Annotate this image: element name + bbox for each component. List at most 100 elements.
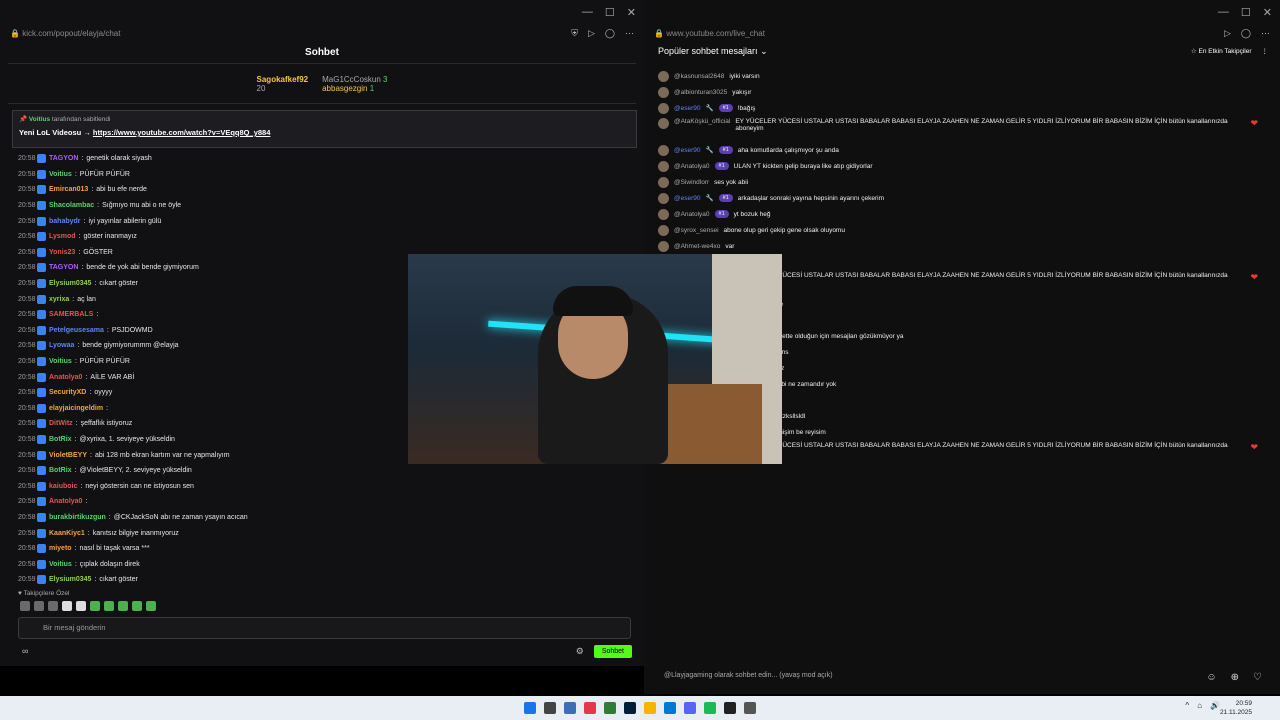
message-username[interactable]: VioletBEYY	[49, 452, 87, 459]
yt-chat-message[interactable]: @eser90 🔧 #1 aha komutlarda çalışmıyor şu a…	[658, 142, 1258, 158]
start-icon[interactable]	[524, 702, 536, 714]
app-icon[interactable]	[604, 702, 616, 714]
message-username[interactable]: Lyowaa	[49, 342, 74, 349]
emote[interactable]	[62, 601, 72, 611]
kick-chat-message[interactable]: 20:58 TAGYON: genetik olarak siyash	[18, 151, 633, 167]
yt-chat-message[interactable]: @AtaKöşkü_official EY YÜCELER YÜCESİ USTA…	[658, 116, 1258, 142]
message-username[interactable]: @eser90	[674, 147, 700, 154]
emote[interactable]	[34, 601, 44, 611]
message-username[interactable]: @syrox_sensei	[674, 227, 719, 234]
message-username[interactable]: DitWitz	[49, 420, 73, 427]
maximize-icon[interactable]: ☐	[1241, 6, 1251, 19]
avatar[interactable]	[658, 208, 669, 220]
kick-chat-message[interactable]: 20:58 Voitius: PÜFÜR PÜFÜR	[18, 167, 633, 183]
emoji-icon[interactable]: ☺	[1206, 672, 1216, 683]
kick-chat-message[interactable]: 20:58 Lysmod: göster inanmayız	[18, 229, 633, 245]
heart-icon[interactable]: ♡	[1253, 672, 1262, 683]
message-username[interactable]: BotRix	[49, 436, 72, 443]
yt-chat-message[interactable]: @kasnunsal2648 iyiki varsın	[658, 68, 1258, 84]
minimize-icon[interactable]: —	[1218, 6, 1229, 18]
kick-chat-message[interactable]: 20:58 Emircan013: abi bu efe nerde	[18, 182, 633, 198]
yt-chat-message[interactable]: @syrox_sensei abone olup geri çekip gene …	[658, 222, 1258, 238]
emote[interactable]	[104, 601, 114, 611]
kick-chat-message[interactable]: 20:58 burakbirtikuzgun: @CKJackSoN abı ne …	[18, 510, 633, 526]
yt-chat-message[interactable]: @Anatolya0 #1 yt bozuk heğ	[658, 206, 1258, 222]
pinned-link[interactable]: https://www.youtube.com/watch?v=VEqq8Q_y…	[93, 128, 270, 137]
emote[interactable]	[90, 601, 100, 611]
message-username[interactable]: BotRix	[49, 467, 72, 474]
message-username[interactable]: TAGYON	[49, 155, 78, 162]
leader-2[interactable]: MaG1CcCoskun 3 abbasgezgin 1	[322, 75, 387, 93]
message-username[interactable]: Emircan013	[49, 186, 88, 193]
files-icon[interactable]	[544, 702, 556, 714]
message-username[interactable]: Petelgeusesama	[49, 327, 104, 334]
message-username[interactable]: @eser90	[674, 105, 700, 112]
avatar[interactable]	[658, 176, 669, 188]
emote[interactable]	[48, 601, 58, 611]
top-followers-button[interactable]: ☆ En Etkin Takipçiler	[1191, 47, 1252, 55]
add-icon[interactable]: ⊕	[1231, 672, 1239, 683]
message-username[interactable]: @Ahmet-we4xo	[674, 243, 720, 250]
message-username[interactable]: kaiuboic	[49, 483, 77, 490]
message-username[interactable]: SAMERBALS	[49, 311, 93, 318]
emote[interactable]	[118, 601, 128, 611]
close-icon[interactable]: ✕	[627, 6, 636, 19]
message-username[interactable]: burakbirtikuzgun	[49, 514, 106, 521]
yt-chat-message[interactable]: @eser90 🔧 #1 !bağış	[658, 100, 1258, 116]
minimize-icon[interactable]: —	[582, 6, 593, 18]
message-username[interactable]: Elysium0345	[49, 576, 91, 583]
yt-message-input[interactable]: @Llayjagaming olarak sohbet edin... (yav…	[664, 672, 833, 679]
play-icon[interactable]: ▷	[588, 28, 595, 39]
message-username[interactable]: Shacolambac	[49, 202, 94, 209]
avatar[interactable]	[658, 70, 669, 82]
message-username[interactable]: SecurityXD	[49, 389, 86, 396]
message-username[interactable]: Anatolya0	[49, 498, 82, 505]
message-username[interactable]: xyrixa	[49, 296, 69, 303]
message-username[interactable]: @albionturan3025	[674, 89, 727, 96]
kick-message-input[interactable]: Bir mesaj gönderin	[18, 617, 631, 639]
chat-mode-dropdown[interactable]: Popüler sohbet mesajları ⌄	[658, 46, 768, 57]
message-username[interactable]: KaanKiyc1	[49, 530, 85, 537]
message-username[interactable]: Voitius	[49, 358, 72, 365]
message-username[interactable]: Anatolya0	[49, 374, 82, 381]
avatar[interactable]	[658, 86, 669, 98]
emote[interactable]	[146, 601, 156, 611]
menu-icon[interactable]: ⋯	[1261, 28, 1270, 39]
avatar[interactable]	[658, 224, 669, 236]
kick-chat-message[interactable]: 20:58 Anatolya0:	[18, 494, 633, 510]
leader-1[interactable]: Sagokafkef92 20	[257, 75, 309, 93]
close-icon[interactable]: ✕	[1263, 6, 1272, 19]
pinned-message[interactable]: 📌 Voitius tarafından sabitlendi Yeni LoL…	[12, 110, 637, 148]
message-username[interactable]: @Siwindlorr	[674, 179, 709, 186]
shield-icon[interactable]: ⛨	[571, 28, 578, 39]
avatar[interactable]	[658, 102, 669, 114]
menu-icon[interactable]: ⋯	[625, 28, 634, 39]
opera-icon[interactable]	[584, 702, 596, 714]
chat-icon[interactable]: ◯	[605, 28, 615, 39]
network-icon[interactable]: ⌂	[1197, 701, 1202, 710]
message-username[interactable]: elayjaicingeldim	[49, 405, 103, 412]
spotify-icon[interactable]	[704, 702, 716, 714]
play-icon[interactable]: ▷	[1224, 28, 1231, 39]
app-icon[interactable]	[664, 702, 676, 714]
yt-chat-message[interactable]: @albionturan3025 yakışır	[658, 84, 1258, 100]
avatar[interactable]	[658, 118, 669, 129]
emote[interactable]	[132, 601, 142, 611]
infinity-icon[interactable]: ∞	[22, 646, 28, 656]
maximize-icon[interactable]: ☐	[605, 6, 615, 19]
kick-chat-message[interactable]: 20:58 KaanKiyc1: kanıtsız bilgiye inanmıyo…	[18, 525, 633, 541]
folder-icon[interactable]	[644, 702, 656, 714]
kick-url-bar[interactable]: 🔒 kick.com/popout/elayja/chat ⛨ ▷ ◯ ⋯	[0, 24, 644, 42]
chat-icon[interactable]: ◯	[1241, 28, 1251, 39]
kick-chat-message[interactable]: 20:58 bahabydr: iyi yayınlar abilerin gülü	[18, 213, 633, 229]
message-username[interactable]: @Anatolya0	[674, 211, 710, 218]
message-username[interactable]: Yonis23	[49, 249, 75, 256]
message-username[interactable]: @AtaKöşkü_official	[674, 118, 730, 125]
message-username[interactable]: @eser90	[674, 195, 700, 202]
message-username[interactable]: Lysmod	[49, 233, 76, 240]
terminal-icon[interactable]	[724, 702, 736, 714]
chevron-up-icon[interactable]: ^	[1185, 701, 1189, 710]
volume-icon[interactable]: 🔊	[1210, 701, 1220, 710]
kick-chat-message[interactable]: 20:58 miyeto: nasıl bi taşak varsa ***	[18, 541, 633, 557]
avatar[interactable]	[658, 144, 669, 156]
